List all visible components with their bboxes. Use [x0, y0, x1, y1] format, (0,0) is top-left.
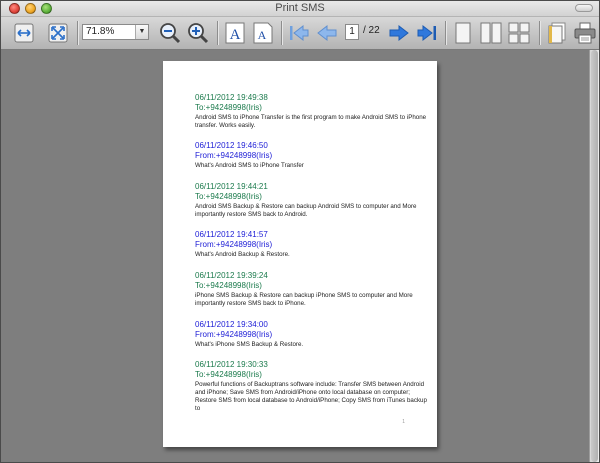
message-contact: To:+94248998(Iris): [195, 103, 262, 112]
print-button[interactable]: [573, 20, 597, 46]
message-item: 06/11/2012 19:34:00 From:+94248998(Iris)…: [195, 320, 431, 349]
next-page-button[interactable]: [387, 20, 411, 46]
page-setup-icon: [548, 22, 566, 44]
message-item: 06/11/2012 19:30:33 To:+94248998(Iris) P…: [195, 360, 431, 413]
zoom-in-icon: [188, 23, 209, 44]
page-setup-button[interactable]: [545, 20, 569, 46]
toolbar-separator: [281, 21, 282, 45]
message-contact: To:+94248998(Iris): [195, 281, 262, 290]
title-bar[interactable]: Print SMS: [1, 1, 599, 17]
message-contact: To:+94248998(Iris): [195, 370, 262, 379]
last-page-icon: [417, 24, 436, 42]
first-page-icon: [290, 24, 309, 42]
message-timestamp: 06/11/2012 19:30:33: [195, 360, 268, 369]
grid-view-button[interactable]: [507, 20, 531, 46]
message-body: Android SMS Backup & Restore can backup …: [195, 203, 417, 218]
toolbar: 71.8% ▼ A A 1 / 22: [1, 17, 599, 50]
two-page-view-button[interactable]: [479, 20, 503, 46]
text-size-small-icon: A: [253, 22, 273, 44]
arrow-left-icon: [317, 24, 337, 42]
message-contact: To:+94248998(Iris): [195, 192, 262, 201]
svg-text:A: A: [258, 28, 267, 42]
message-body: iPhone SMS Backup & Restore can backup i…: [195, 292, 413, 307]
toolbar-separator: [539, 21, 540, 45]
previous-page-button[interactable]: [315, 20, 339, 46]
last-page-button[interactable]: [415, 20, 439, 46]
text-size-large-button[interactable]: A: [223, 20, 247, 46]
message-body: Android SMS to iPhone Transfer is the fi…: [195, 114, 427, 129]
page-total: / 22: [363, 25, 380, 36]
message-body: Powerful functions of Backuptrans softwa…: [195, 381, 427, 412]
single-page-view-button[interactable]: [451, 20, 475, 46]
chevron-down-icon[interactable]: ▼: [135, 25, 148, 39]
message-timestamp: 06/11/2012 19:46:50: [195, 141, 268, 150]
print-sms-window: Print SMS 71.8% ▼ A A 1 / 22 06/11/2012 …: [0, 0, 600, 463]
message-item: 06/11/2012 19:41:57 From:+94248998(Iris)…: [195, 230, 431, 259]
fit-width-icon: [14, 23, 34, 43]
document-page: 06/11/2012 19:49:38 To:+94248998(Iris) A…: [163, 61, 437, 447]
message-timestamp: 06/11/2012 19:41:57: [195, 230, 268, 239]
scrollbar-thumb[interactable]: [591, 50, 598, 462]
arrow-right-icon: [389, 24, 409, 42]
zoom-out-icon: [160, 23, 181, 44]
window-title: Print SMS: [275, 2, 325, 14]
message-item: 06/11/2012 19:44:21 To:+94248998(Iris) A…: [195, 182, 431, 219]
message-body: What's iPhone SMS Backup & Restore.: [195, 341, 304, 348]
page-number: 1: [402, 419, 405, 425]
zoom-value: 71.8%: [86, 26, 115, 37]
message-item: 06/11/2012 19:39:24 To:+94248998(Iris) i…: [195, 271, 431, 308]
printer-icon: [574, 22, 596, 44]
single-page-icon: [455, 22, 471, 44]
message-timestamp: 06/11/2012 19:49:38: [195, 93, 268, 102]
current-page-field[interactable]: 1: [345, 24, 359, 40]
message-contact: From:+94248998(Iris): [195, 151, 273, 160]
fit-width-button[interactable]: [11, 20, 37, 46]
message-body: What's Android Backup & Restore.: [195, 251, 290, 258]
grid-icon: [508, 22, 530, 44]
message-item: 06/11/2012 19:46:50 From:+94248998(Iris)…: [195, 141, 431, 170]
message-body: What's Android SMS to iPhone Transfer: [195, 162, 304, 169]
message-timestamp: 06/11/2012 19:39:24: [195, 271, 268, 280]
toolbar-separator: [217, 21, 218, 45]
text-size-large-icon: A: [225, 22, 245, 44]
fit-page-icon: [48, 23, 68, 43]
message-contact: From:+94248998(Iris): [195, 330, 273, 339]
message-timestamp: 06/11/2012 19:44:21: [195, 182, 268, 191]
fit-page-button[interactable]: [45, 20, 71, 46]
zoom-out-button[interactable]: [157, 20, 183, 46]
zoom-select[interactable]: 71.8% ▼: [82, 24, 149, 40]
svg-text:A: A: [230, 27, 241, 43]
toolbar-separator: [445, 21, 446, 45]
vertical-scrollbar[interactable]: [589, 50, 599, 462]
zoom-in-button[interactable]: [185, 20, 211, 46]
toolbar-toggle-button[interactable]: [575, 4, 593, 12]
message-item: 06/11/2012 19:49:38 To:+94248998(Iris) A…: [195, 93, 431, 130]
message-contact: From:+94248998(Iris): [195, 240, 273, 249]
first-page-button[interactable]: [287, 20, 311, 46]
message-timestamp: 06/11/2012 19:34:00: [195, 320, 268, 329]
text-size-small-button[interactable]: A: [251, 20, 275, 46]
toolbar-separator: [77, 21, 78, 45]
two-pages-icon: [480, 22, 502, 44]
